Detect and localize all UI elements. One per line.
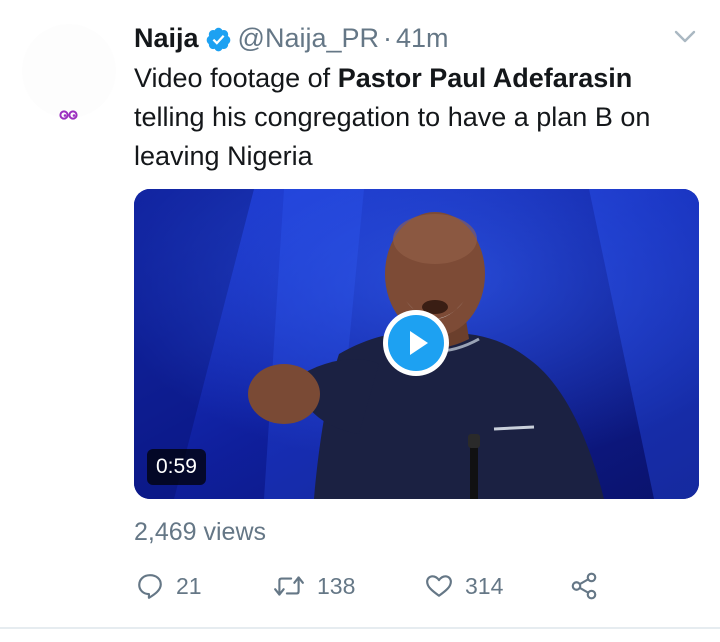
view-count: 2,469 views xyxy=(134,518,267,546)
video-duration: 0:59 xyxy=(147,449,206,485)
tweet-header: Naija @Naija_PR · 41m xyxy=(134,20,449,56)
timestamp[interactable]: 41m xyxy=(396,23,449,54)
tweet-divider xyxy=(0,627,720,629)
avatar-eyes-icon xyxy=(59,110,78,120)
retweet-button[interactable]: 138 xyxy=(273,568,355,604)
like-count: 314 xyxy=(465,572,504,599)
heart-icon xyxy=(426,575,452,597)
tweet[interactable]: Naija @Naija_PR · 41m Video footage of P… xyxy=(0,0,720,642)
like-button[interactable]: 314 xyxy=(425,568,503,604)
verified-badge-icon xyxy=(206,27,230,51)
retweet-icon xyxy=(274,576,304,596)
chevron-down-icon[interactable] xyxy=(674,30,696,44)
play-icon xyxy=(410,331,428,355)
video-player[interactable]: 0:59 xyxy=(134,189,699,499)
separator-dot: · xyxy=(383,22,393,53)
play-button[interactable] xyxy=(383,310,449,376)
tweet-text: Video footage of Pastor Paul Adefarasin … xyxy=(134,59,694,176)
reply-button[interactable]: 21 xyxy=(136,568,202,604)
play-button-circle xyxy=(388,315,444,371)
share-button[interactable] xyxy=(569,568,599,604)
share-icon xyxy=(571,572,597,600)
tweet-text-part2: telling his congregation to have a plan … xyxy=(134,102,651,171)
tweet-text-part1: Video footage of xyxy=(134,63,338,93)
reply-icon xyxy=(138,574,162,599)
display-name[interactable]: Naija xyxy=(134,23,199,54)
retweet-count: 138 xyxy=(317,572,356,599)
avatar[interactable] xyxy=(22,24,116,120)
handle[interactable]: @Naija_PR xyxy=(238,23,379,54)
tweet-text-bold: Pastor Paul Adefarasin xyxy=(337,63,633,93)
reply-count: 21 xyxy=(176,572,202,599)
